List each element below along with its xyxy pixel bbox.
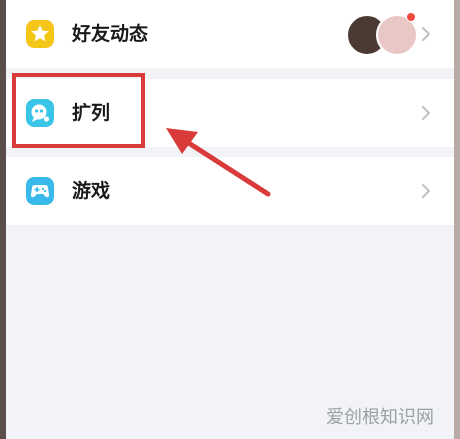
chevron-right-icon bbox=[422, 27, 430, 41]
menu-item-friend-moments[interactable]: 好友动态 bbox=[6, 0, 454, 68]
chevron-right-icon bbox=[422, 106, 430, 120]
chevron-right-icon bbox=[422, 184, 430, 198]
gamepad-icon bbox=[26, 177, 54, 205]
watermark: 爱创根知识网 bbox=[326, 407, 434, 428]
highlight-box bbox=[12, 73, 145, 148]
menu-item-label: 好友动态 bbox=[72, 23, 149, 45]
annotation-arrow bbox=[166, 128, 271, 197]
star-icon bbox=[26, 20, 54, 48]
menu-item-label: 游戏 bbox=[72, 180, 111, 202]
notification-dot bbox=[406, 12, 416, 22]
background-strip-right bbox=[454, 0, 460, 439]
